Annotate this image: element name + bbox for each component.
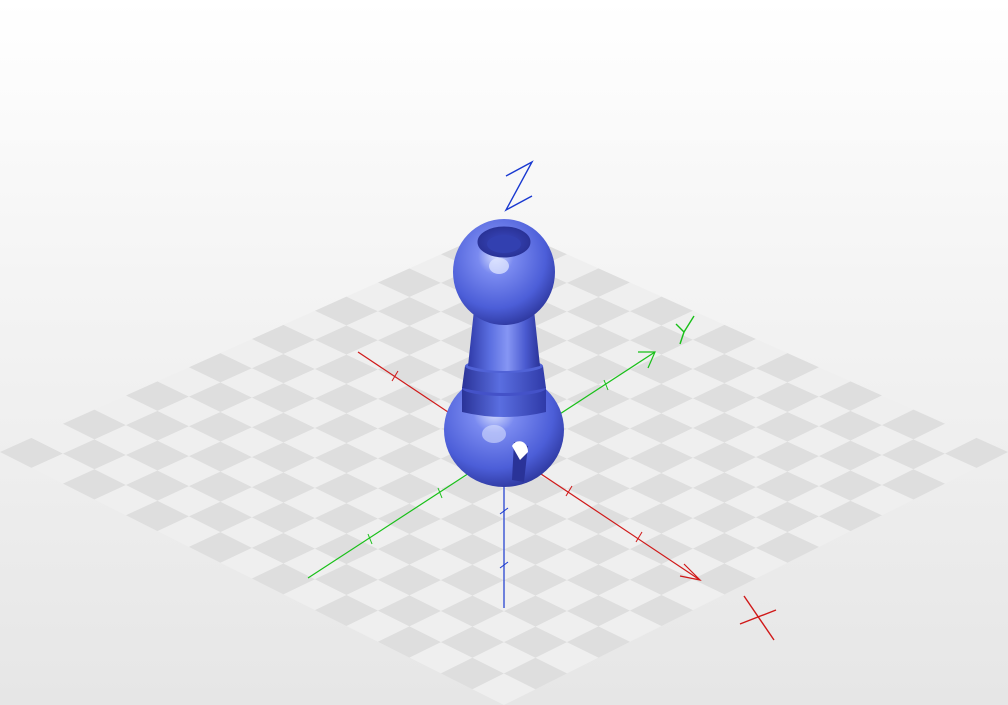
- x-axis-label: [739, 595, 777, 641]
- scene[interactable]: [0, 0, 1008, 705]
- z-axis-label: [504, 160, 534, 212]
- 3d-viewport[interactable]: [0, 0, 1008, 705]
